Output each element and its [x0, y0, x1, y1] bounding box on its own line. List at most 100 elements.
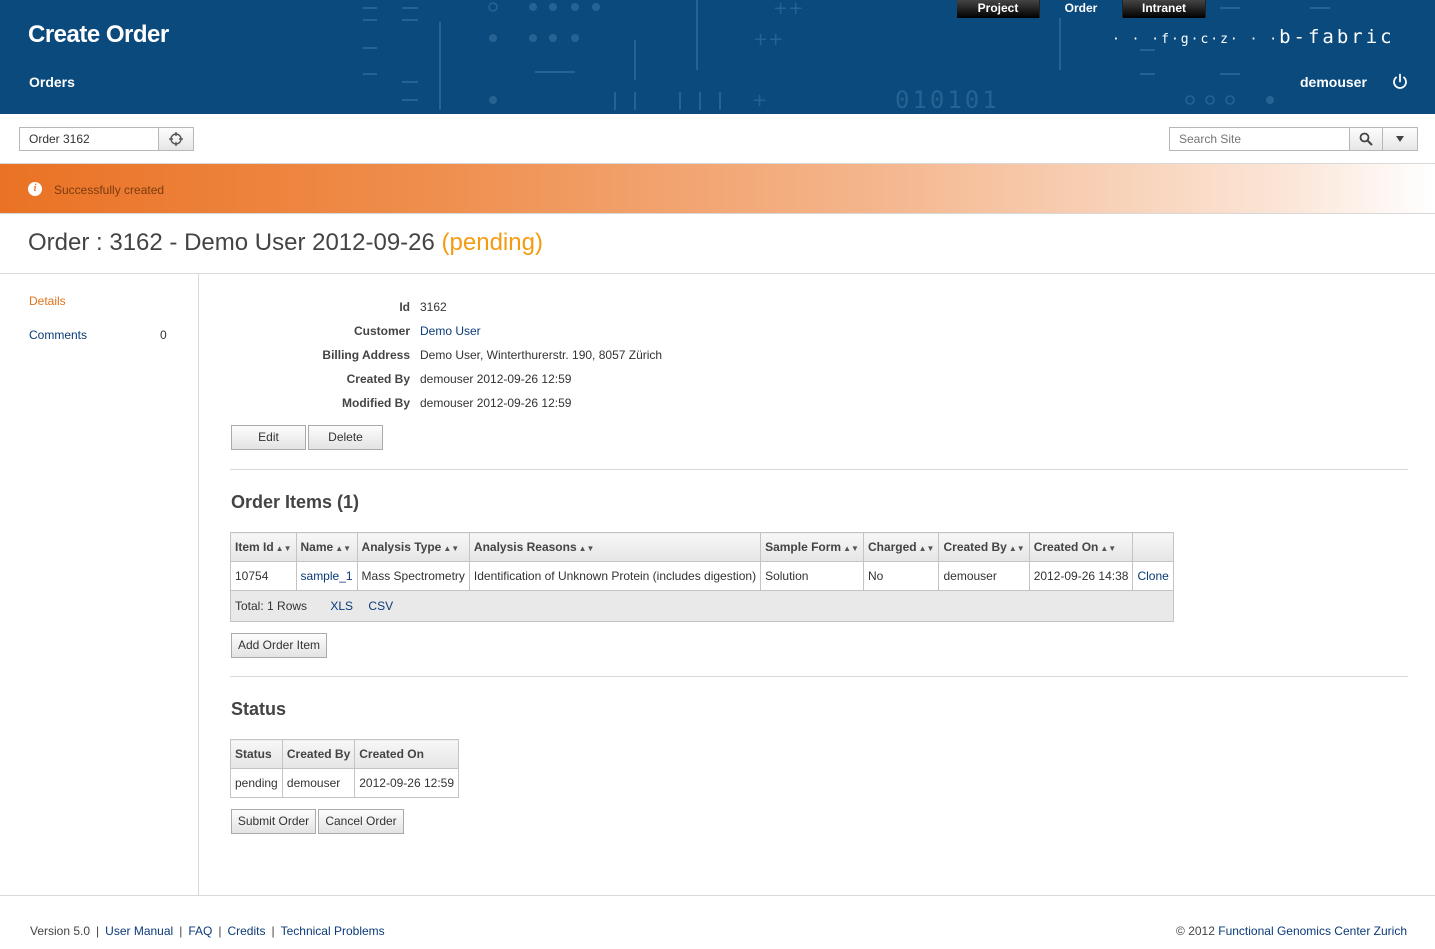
notification-message: Successfully created — [54, 183, 165, 197]
edit-button[interactable]: Edit — [231, 425, 306, 450]
order-id-input[interactable] — [19, 127, 159, 151]
sort-icon: ▲▼ — [443, 544, 460, 553]
crosshair-icon — [169, 132, 183, 146]
footer-links: Version 5.0 | User Manual | FAQ | Credits | Tech… — [30, 924, 385, 938]
sidebar-item-details[interactable]: Details — [29, 294, 66, 308]
toolbar — [0, 114, 1435, 163]
tab-order[interactable]: Order — [1040, 0, 1123, 18]
header-decoration: +++++ 010101 — [363, 0, 1330, 114]
table-footer: Total: 1 Rows XLS CSV — [230, 590, 1174, 622]
power-icon[interactable] — [1391, 73, 1409, 91]
clone-link[interactable]: Clone — [1137, 569, 1168, 583]
col-header-created-on[interactable]: Created On ▲▼ — [1028, 532, 1134, 562]
svg-text:++: ++ — [773, 0, 803, 19]
col-header-item-id[interactable]: Item Id ▲▼ — [230, 532, 297, 562]
table-row: pending demouser 2012-09-26 12:59 — [230, 768, 459, 798]
table-row: 10754 sample_1 Mass Spectrometry Identif… — [230, 561, 1174, 591]
export-xls-link[interactable]: XLS — [330, 599, 353, 613]
faq-link[interactable]: FAQ — [188, 924, 212, 938]
sidebar-item-comments[interactable]: Comments — [29, 328, 87, 342]
sort-icon: ▲▼ — [275, 544, 292, 553]
search-icon — [1359, 132, 1373, 146]
credits-link[interactable]: Credits — [227, 924, 265, 938]
tab-intranet[interactable]: Intranet — [1123, 0, 1206, 18]
footer: Version 5.0 | User Manual | FAQ | Credits | Tech… — [0, 896, 1435, 949]
search-options-button[interactable] — [1382, 127, 1418, 151]
sort-icon: ▲▼ — [1008, 544, 1025, 553]
col-header-label: Created By — [943, 540, 1007, 554]
field-value-id: 3162 — [420, 300, 447, 314]
col-header-sample-form[interactable]: Sample Form ▲▼ — [760, 532, 864, 562]
cell-created-by: demouser — [938, 561, 1030, 591]
customer-link[interactable]: Demo User — [420, 324, 481, 338]
submit-order-button[interactable]: Submit Order — [231, 809, 316, 834]
status-title: Status — [231, 699, 287, 719]
col-header-charged[interactable]: Charged ▲▼ — [862, 532, 940, 562]
table-footer-row: Total: 1 Rows XLS CSV — [230, 590, 1174, 622]
sort-icon: ▲▼ — [918, 544, 935, 553]
col-header-analysis-reasons[interactable]: Analysis Reasons ▲▼ — [468, 532, 762, 562]
chevron-down-icon — [1396, 136, 1404, 142]
cell-status: pending — [230, 768, 283, 798]
field-label-modified-by: Modified By — [342, 396, 410, 410]
col-header-label: Created On — [1033, 540, 1099, 554]
item-name-link[interactable]: sample_1 — [301, 569, 353, 583]
brand-logo: · · ·f·g·c·z· · ·b-fabric — [1112, 26, 1395, 48]
sort-icon: ▲▼ — [843, 544, 859, 553]
info-icon: i — [28, 182, 42, 196]
success-notification: i Successfully created — [0, 163, 1435, 214]
field-label-created-by: Created By — [346, 372, 410, 386]
locate-button[interactable] — [158, 127, 194, 151]
comments-count: 0 — [160, 328, 167, 342]
page-title-text: Order : 3162 - Demo User 2012-09-26 — [28, 229, 435, 256]
sort-icon: ▲▼ — [578, 544, 595, 553]
search-input[interactable] — [1169, 127, 1350, 151]
cell-item-id: 10754 — [230, 561, 297, 591]
cell-action: Clone — [1132, 561, 1174, 591]
cell-created-by: demouser — [281, 768, 356, 798]
table-header-row: Item Id ▲▼ Name ▲▼ Analysis Type ▲▼ Analysi… — [230, 532, 1174, 562]
tab-project[interactable]: Project — [957, 0, 1040, 18]
section-divider — [230, 676, 1408, 677]
col-header-status: Status — [230, 739, 283, 769]
divider — [0, 273, 1435, 274]
sort-icon: ▲▼ — [335, 544, 352, 553]
col-header-created-by[interactable]: Created By ▲▼ — [938, 532, 1030, 562]
col-header-analysis-type[interactable]: Analysis Type ▲▼ — [356, 532, 470, 562]
order-items-table: Item Id ▲▼ Name ▲▼ Analysis Type ▲▼ Analysi… — [230, 532, 1174, 622]
cell-charged: No — [862, 561, 940, 591]
user-manual-link[interactable]: User Manual — [105, 924, 173, 938]
table-header-row: Status Created By Created On — [230, 739, 459, 769]
field-label-id: Id — [399, 300, 410, 314]
header-deco-number: 010101 — [895, 86, 1000, 114]
col-header-label: Analysis Reasons — [473, 540, 577, 554]
sidebar-divider — [198, 273, 199, 895]
export-csv-link[interactable]: CSV — [368, 599, 393, 613]
col-header-name[interactable]: Name ▲▼ — [295, 532, 358, 562]
top-navigation: Project Order Intranet — [957, 0, 1206, 18]
cell-analysis-type: Mass Spectrometry — [356, 561, 470, 591]
page-title-status: (pending) — [441, 229, 543, 256]
field-value-modified-by: demouser 2012-09-26 12:59 — [420, 396, 572, 410]
add-order-item-button[interactable]: Add Order Item — [231, 633, 327, 658]
field-value-created-by: demouser 2012-09-26 12:59 — [420, 372, 572, 386]
copyright-text: © 2012 — [1176, 924, 1215, 938]
page-header-title: Create Order — [28, 21, 169, 48]
brand-bfabric: b-fabric — [1279, 26, 1395, 48]
cell-sample-form: Solution — [760, 561, 864, 591]
fgcz-link[interactable]: Functional Genomics Center Zurich — [1218, 924, 1407, 938]
cancel-order-button[interactable]: Cancel Order — [318, 809, 404, 834]
col-header-label: Charged — [867, 540, 917, 554]
total-rows: Total: 1 Rows — [235, 599, 308, 613]
col-header-created-on: Created On — [354, 739, 459, 769]
username[interactable]: demouser — [1300, 74, 1367, 90]
brand-fgcz: · · ·f·g·c·z· · · — [1112, 32, 1280, 47]
search-button[interactable] — [1349, 127, 1383, 151]
field-label-customer: Customer — [353, 324, 410, 338]
orders-link[interactable]: Orders — [29, 74, 75, 90]
delete-button[interactable]: Delete — [308, 425, 383, 450]
col-header-created-by: Created By — [281, 739, 356, 769]
field-label-billing-address: Billing Address — [322, 348, 410, 362]
technical-problems-link[interactable]: Technical Problems — [281, 924, 385, 938]
app-header: ++ ++ + 010101 Create Order Orders Project… — [0, 0, 1435, 114]
